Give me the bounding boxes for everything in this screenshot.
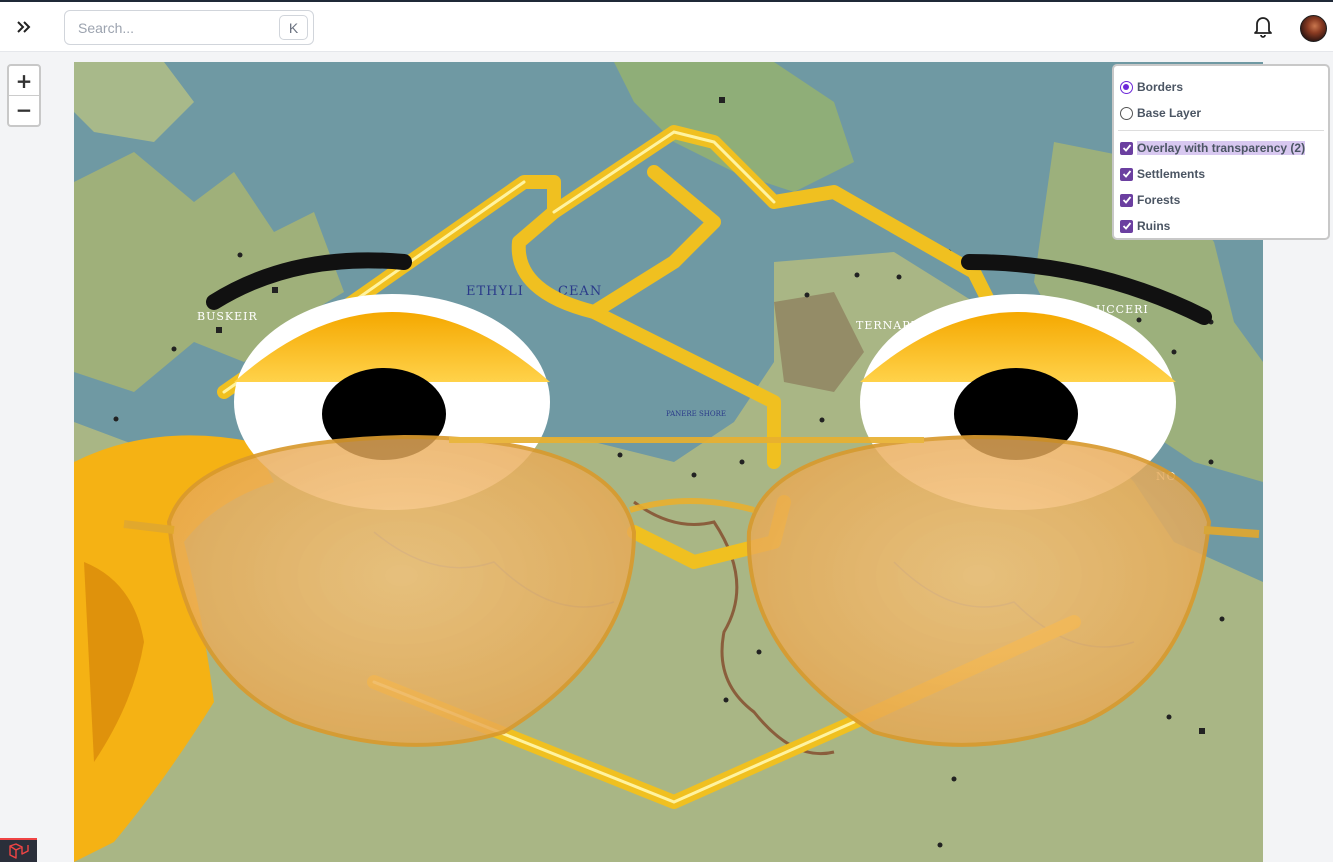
layer-label: Borders [1137, 80, 1184, 94]
map-label-buskeir: BUSKEIR [197, 310, 258, 323]
layer-label: Forests [1137, 193, 1181, 207]
checkbox-checked-icon [1120, 193, 1133, 207]
double-chevron-right-icon [17, 21, 31, 33]
map-label-ethyli: ETHYLI [466, 284, 524, 299]
map-canvas[interactable]: ETHYLI CEAN BUSKEIR TERNAPP UCCERI NO PA… [74, 62, 1263, 862]
layer-label: Ruins [1137, 219, 1171, 233]
search-box: K [64, 10, 314, 45]
debugbar-toggle[interactable] [0, 838, 37, 862]
overlay-transparency[interactable]: Overlay with transparency (2) [1114, 135, 1328, 161]
zoom-out-button[interactable]: − [9, 95, 39, 124]
notifications-button[interactable] [1251, 14, 1275, 40]
layer-separator [1118, 130, 1324, 131]
map-label-panere-shore: PANERE SHORE [666, 410, 726, 418]
checkbox-checked-icon [1120, 141, 1133, 155]
user-avatar[interactable] [1300, 15, 1327, 42]
search-shortcut-key: K [279, 15, 308, 40]
search-input[interactable] [66, 12, 271, 43]
zoom-control: + − [7, 64, 41, 127]
overlay-forests[interactable]: Forests [1114, 187, 1328, 213]
top-bar: K [0, 2, 1333, 52]
checkbox-checked-icon [1120, 219, 1133, 233]
overlay-ruins[interactable]: Ruins [1114, 213, 1328, 239]
layer-label: Overlay with transparency (2) [1137, 141, 1306, 155]
expand-sidebar-button[interactable] [10, 14, 38, 40]
radio-selected-icon [1120, 80, 1133, 94]
zoom-in-button[interactable]: + [9, 66, 39, 95]
base-layer-borders[interactable]: Borders [1114, 74, 1328, 100]
layer-label: Base Layer [1137, 106, 1202, 120]
bell-icon [1254, 17, 1272, 38]
laravel-logo-icon [8, 843, 29, 859]
radio-unselected-icon [1120, 106, 1133, 120]
layer-label: Settlements [1137, 167, 1206, 181]
overlay-settlements[interactable]: Settlements [1114, 161, 1328, 187]
layer-control: Borders Base Layer Overlay with transpar… [1112, 64, 1330, 240]
map-artwork: ETHYLI CEAN BUSKEIR TERNAPP UCCERI NO PA… [74, 62, 1263, 862]
checkbox-checked-icon [1120, 167, 1133, 181]
base-layer-base[interactable]: Base Layer [1114, 100, 1328, 126]
